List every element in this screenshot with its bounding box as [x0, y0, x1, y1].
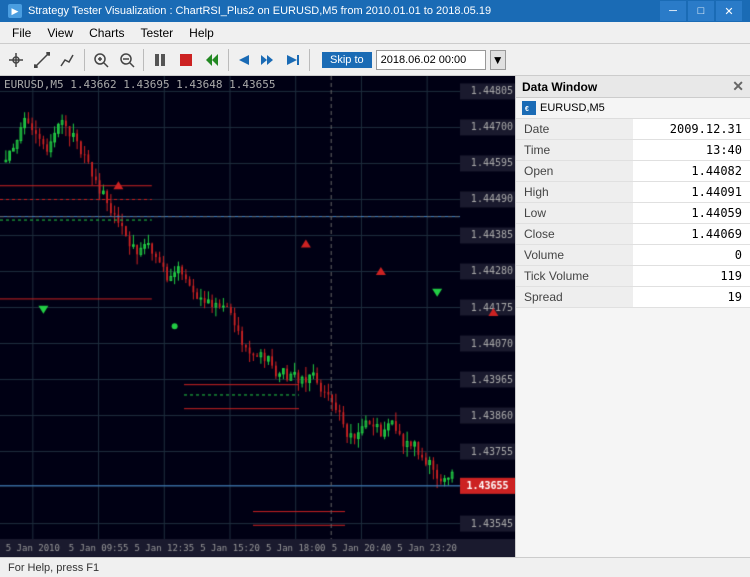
data-table: Date2009.12.31Time13:40Open1.44082High1.… — [516, 119, 750, 308]
toolbar-sep-2 — [143, 49, 144, 71]
data-label: Open — [516, 161, 633, 182]
data-table-row: Volume0 — [516, 245, 750, 266]
toolbar-pause[interactable] — [148, 48, 172, 72]
toolbar-rewind[interactable] — [200, 48, 224, 72]
data-table-row: Open1.44082 — [516, 161, 750, 182]
symbol-label: EURUSD,M5 — [540, 102, 605, 114]
data-label: Date — [516, 119, 633, 140]
toolbar-chart-line[interactable] — [56, 48, 80, 72]
toolbar-nav-next[interactable] — [281, 48, 305, 72]
data-table-row: Date2009.12.31 — [516, 119, 750, 140]
toolbar-stop[interactable] — [174, 48, 198, 72]
toolbar-line[interactable] — [30, 48, 54, 72]
menu-charts[interactable]: Charts — [81, 22, 132, 43]
toolbar: Skip to ▼ — [0, 44, 750, 76]
window-title: Strategy Tester Visualization : ChartRSI… — [28, 5, 491, 17]
svg-text:€: € — [525, 106, 529, 113]
symbol-icon: € — [522, 101, 536, 115]
chart-header: EURUSD,M5 1.43662 1.43695 1.43648 1.4365… — [4, 78, 276, 91]
data-window-header: Data Window ✕ — [516, 76, 750, 98]
data-table-row: Low1.44059 — [516, 203, 750, 224]
data-label: Volume — [516, 245, 633, 266]
data-table-row: Close1.44069 — [516, 224, 750, 245]
toolbar-fast-forward[interactable] — [255, 48, 279, 72]
toolbar-sep-3 — [228, 49, 229, 71]
app-icon: ▶ — [8, 4, 22, 18]
data-label: Spread — [516, 287, 633, 308]
data-label: Close — [516, 224, 633, 245]
data-table-row: Spread19 — [516, 287, 750, 308]
menu-view[interactable]: View — [39, 22, 81, 43]
menu-file[interactable]: File — [4, 22, 39, 43]
title-bar: ▶ Strategy Tester Visualization : ChartR… — [0, 0, 750, 22]
skip-to-dropdown[interactable]: ▼ — [490, 50, 506, 70]
data-value: 1.44082 — [633, 161, 750, 182]
menu-help[interactable]: Help — [181, 22, 222, 43]
toolbar-nav-prev[interactable] — [233, 48, 253, 72]
menu-bar: File View Charts Tester Help — [0, 22, 750, 44]
data-table-row: High1.44091 — [516, 182, 750, 203]
data-value: 0 — [633, 245, 750, 266]
data-window-close-button[interactable]: ✕ — [732, 78, 744, 95]
data-value: 1.44091 — [633, 182, 750, 203]
toolbar-zoom-in[interactable] — [89, 48, 113, 72]
main-area: EURUSD,M5 1.43662 1.43695 1.43648 1.4365… — [0, 76, 750, 557]
data-label: Tick Volume — [516, 266, 633, 287]
data-value: 119 — [633, 266, 750, 287]
data-label: Time — [516, 140, 633, 161]
data-value: 2009.12.31 — [633, 119, 750, 140]
data-table-row: Tick Volume119 — [516, 266, 750, 287]
menu-tester[interactable]: Tester — [132, 22, 181, 43]
toolbar-sep-4 — [309, 49, 310, 71]
chart-area[interactable]: EURUSD,M5 1.43662 1.43695 1.43648 1.4365… — [0, 76, 515, 557]
status-bar: For Help, press F1 — [0, 557, 750, 577]
data-label: High — [516, 182, 633, 203]
skip-to-area: Skip to ▼ — [322, 50, 506, 70]
data-value: 1.44059 — [633, 203, 750, 224]
data-value: 13:40 — [633, 140, 750, 161]
toolbar-zoom-out[interactable] — [115, 48, 139, 72]
toolbar-crosshair[interactable] — [4, 48, 28, 72]
skip-to-input[interactable] — [376, 50, 486, 70]
data-label: Low — [516, 203, 633, 224]
close-button[interactable]: ✕ — [716, 1, 742, 21]
chart-canvas — [0, 76, 515, 557]
data-value: 1.44069 — [633, 224, 750, 245]
toolbar-sep-1 — [84, 49, 85, 71]
data-window-title: Data Window — [522, 80, 597, 94]
status-text: For Help, press F1 — [8, 562, 99, 574]
data-window-subtitle: € EURUSD,M5 — [516, 98, 750, 119]
maximize-button[interactable]: □ — [688, 1, 714, 21]
data-value: 19 — [633, 287, 750, 308]
right-panel: Data Window ✕ € EURUSD,M5 Date2009.12.31… — [515, 76, 750, 557]
minimize-button[interactable]: ─ — [660, 1, 686, 21]
skip-to-button[interactable]: Skip to — [322, 52, 372, 68]
window-controls[interactable]: ─ □ ✕ — [660, 1, 742, 21]
data-table-row: Time13:40 — [516, 140, 750, 161]
